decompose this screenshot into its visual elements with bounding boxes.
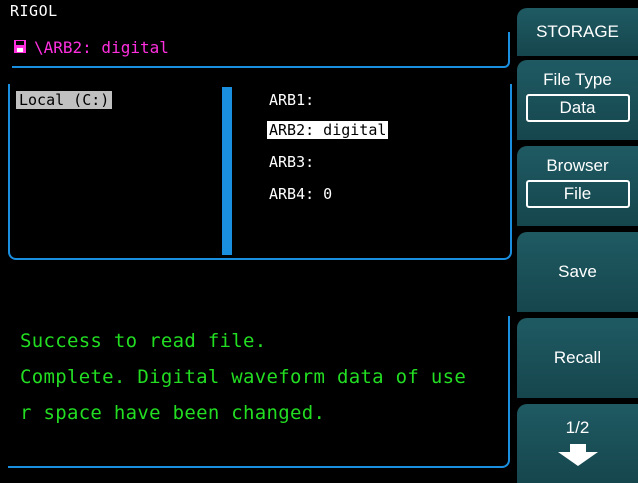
menu-title: STORAGE [517,8,638,56]
disk-icon [14,40,26,53]
brand-logo: RIGOL [10,2,58,20]
file-type-label: File Type [543,70,612,89]
page-indicator: 1/2 [565,418,590,437]
file-item[interactable]: ARB4: 0 [267,185,334,203]
save-label: Save [558,262,597,281]
file-type-value: Data [525,94,630,122]
arrow-down-icon [557,444,598,466]
message-line: Complete. Digital waveform data of use [20,366,467,388]
file-browser-panel [8,84,512,260]
browser-value: File [525,180,630,208]
browser-scrollbar[interactable] [222,87,232,255]
recall-label: Recall [553,348,602,367]
storage-screen: RIGOL \ARB2: digital Local (C:) ARB1: AR… [0,0,638,483]
softkey-menu: STORAGE File Type Data Browser File Save… [517,0,638,483]
message-line: r space have been changed. [20,402,326,424]
file-item[interactable]: ARB3: [267,153,316,171]
message-line: Success to read file. [20,330,267,352]
save-button[interactable]: Save [517,232,638,312]
next-page-button[interactable]: 1/2 [517,404,638,483]
recall-button[interactable]: Recall [517,318,638,398]
browser-label: Browser [546,156,609,175]
current-path: \ARB2: digital [34,38,169,57]
browser-button[interactable]: Browser File [517,146,638,226]
file-item-selected[interactable]: ARB2: digital [267,121,389,139]
file-item[interactable]: ARB1: [267,91,316,109]
menu-title-label: STORAGE [536,22,619,41]
drive-local-c[interactable]: Local (C:) [16,91,113,109]
file-type-button[interactable]: File Type Data [517,60,638,140]
